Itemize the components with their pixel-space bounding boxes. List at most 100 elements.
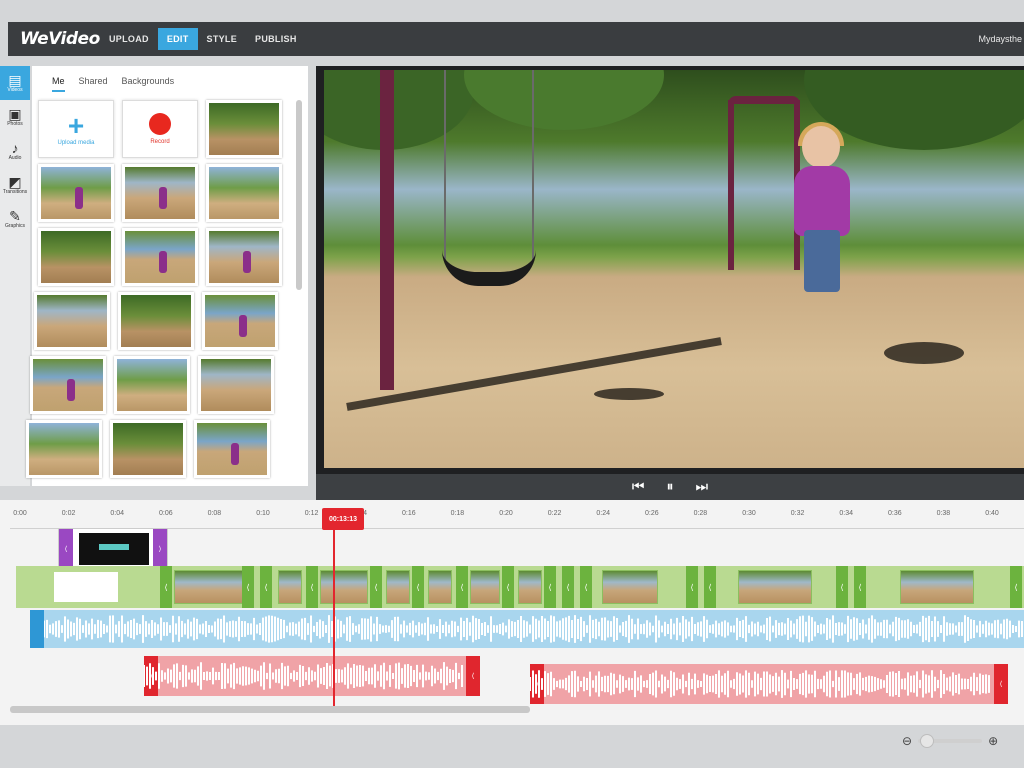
- video-clip[interactable]: [602, 570, 658, 604]
- media-thumbnail[interactable]: [26, 420, 102, 478]
- project-title[interactable]: Mydaysthe: [978, 34, 1022, 44]
- transition-handle[interactable]: ⟨: [1010, 566, 1022, 608]
- next-button[interactable]: ⏭: [696, 479, 709, 495]
- tab-shared[interactable]: Shared: [79, 76, 108, 96]
- app-header: WeVideo UPLOAD EDIT STYLE PUBLISH Mydays…: [8, 22, 1024, 56]
- rail-transitions[interactable]: ◩ Transitions: [0, 168, 30, 202]
- video-clip[interactable]: [174, 570, 244, 604]
- rail-photos[interactable]: ▣ Photos: [0, 100, 30, 134]
- media-scrollbar[interactable]: [296, 100, 302, 290]
- playhead-line[interactable]: [333, 528, 335, 710]
- girl-head: [802, 126, 840, 168]
- waveform-shape: [530, 670, 990, 698]
- ruler-tick-label: 0:06: [158, 510, 173, 517]
- video-track[interactable]: ⟨ ⟨ ⟨ ⟨ ⟨ ⟨ ⟨ ⟨ ⟨ ⟨ ⟨ ⟨ ⟨ ⟨ ⟨ ⟨: [16, 566, 1024, 608]
- media-thumbnail[interactable]: [198, 356, 274, 414]
- transition-icon: ◩: [8, 174, 22, 190]
- clip-trim-handle-right[interactable]: ⟩: [153, 529, 167, 569]
- video-preview[interactable]: [316, 66, 1024, 474]
- record-icon: [149, 113, 171, 135]
- video-clip[interactable]: [518, 570, 542, 604]
- nav-upload[interactable]: UPLOAD: [100, 28, 158, 50]
- ruler-tick-label: 0:00: [13, 510, 27, 517]
- clip-trim-handle-left[interactable]: ⟨: [59, 529, 73, 569]
- media-thumbnail[interactable]: [122, 164, 198, 222]
- transition-handle[interactable]: ⟨: [686, 566, 698, 608]
- clip-trim-handle-right[interactable]: ⟨: [466, 656, 480, 696]
- ruler-tick-label: 0:26: [644, 510, 659, 517]
- rail-videos[interactable]: ▤ Videos: [0, 66, 30, 100]
- zoom-control: ⊖ ⊕: [902, 734, 998, 748]
- transition-handle[interactable]: ⟨: [704, 566, 716, 608]
- media-thumbnail[interactable]: [114, 356, 190, 414]
- clip-trim-handle-right[interactable]: ⟨: [994, 664, 1008, 704]
- voiceover-clip[interactable]: ⟩ ⟨: [530, 664, 1008, 704]
- media-thumbnail[interactable]: [206, 228, 282, 286]
- title-clip[interactable]: ⟨ ⟩: [58, 528, 168, 569]
- zoom-in-icon[interactable]: ⊕: [988, 734, 998, 748]
- waveform-shape: [144, 662, 463, 690]
- girl-legs: [804, 230, 840, 292]
- media-thumbnail[interactable]: [194, 420, 270, 478]
- record-button[interactable]: Record: [122, 100, 198, 158]
- media-thumbnail[interactable]: [38, 164, 114, 222]
- media-thumbnail[interactable]: [122, 228, 198, 286]
- video-clip[interactable]: [386, 570, 410, 604]
- figure-silhouette: [231, 443, 239, 465]
- film-icon: ▤: [8, 72, 22, 88]
- transition-handle[interactable]: ⟨: [260, 566, 272, 608]
- transition-handle[interactable]: ⟨: [412, 566, 424, 608]
- ruler-tick-label: 0:40: [985, 510, 999, 517]
- transition-handle[interactable]: ⟨: [580, 566, 592, 608]
- transition-handle[interactable]: ⟨: [544, 566, 556, 608]
- transition-handle[interactable]: ⟨: [160, 566, 172, 608]
- tab-backgrounds[interactable]: Backgrounds: [122, 76, 175, 96]
- video-clip[interactable]: [320, 570, 368, 604]
- music-track[interactable]: [30, 610, 1024, 648]
- nav-publish[interactable]: PUBLISH: [246, 28, 306, 50]
- transition-handle[interactable]: ⟨: [854, 566, 866, 608]
- pause-button[interactable]: ⏸: [667, 479, 674, 495]
- video-clip[interactable]: [738, 570, 812, 604]
- video-clip[interactable]: [470, 570, 500, 604]
- video-clip[interactable]: [278, 570, 302, 604]
- tab-me[interactable]: Me: [52, 76, 65, 92]
- playhead-time[interactable]: 00:13:13: [322, 508, 364, 530]
- transition-handle[interactable]: ⟨: [502, 566, 514, 608]
- media-thumbnail[interactable]: [30, 356, 106, 414]
- media-thumbnail[interactable]: [38, 228, 114, 286]
- transition-handle[interactable]: ⟨: [562, 566, 574, 608]
- transition-handle[interactable]: ⟨: [836, 566, 848, 608]
- rail-audio[interactable]: ♪ Audio: [0, 134, 30, 168]
- graphics-icon: ✎: [9, 208, 21, 224]
- blank-clip[interactable]: [54, 572, 118, 602]
- transition-handle[interactable]: ⟨: [456, 566, 468, 608]
- zoom-out-icon[interactable]: ⊖: [902, 734, 912, 748]
- upload-media-button[interactable]: + Upload media: [38, 100, 114, 158]
- rail-videos-label: Videos: [7, 87, 23, 93]
- plus-icon: +: [67, 110, 85, 141]
- media-thumbnail[interactable]: [34, 292, 110, 350]
- zoom-slider-knob[interactable]: [920, 734, 935, 748]
- voiceover-clip[interactable]: ⟩ ⟨: [144, 656, 480, 696]
- media-thumbnail[interactable]: [206, 164, 282, 222]
- timeline-scrollbar[interactable]: [10, 706, 530, 713]
- girl-body: [794, 166, 850, 236]
- video-clip[interactable]: [900, 570, 974, 604]
- media-thumbnail[interactable]: [202, 292, 278, 350]
- transition-handle[interactable]: ⟨: [370, 566, 382, 608]
- rail-graphics[interactable]: ✎ Graphics: [0, 202, 30, 236]
- zoom-slider[interactable]: [918, 734, 983, 748]
- preview-frame: [324, 70, 1024, 468]
- previous-button[interactable]: ⏮: [632, 479, 645, 495]
- nav-style[interactable]: STYLE: [198, 28, 247, 50]
- timeline-ruler[interactable]: 0:000:020:040:060:080:100:120:140:160:18…: [0, 508, 1024, 529]
- nav-edit[interactable]: EDIT: [157, 28, 198, 50]
- transition-handle[interactable]: ⟨: [306, 566, 318, 608]
- media-thumbnail[interactable]: [118, 292, 194, 350]
- video-clip[interactable]: [428, 570, 452, 604]
- tree-shape: [464, 70, 664, 130]
- transition-handle[interactable]: ⟨: [242, 566, 254, 608]
- media-thumbnail[interactable]: [206, 100, 282, 158]
- media-thumbnail[interactable]: [110, 420, 186, 478]
